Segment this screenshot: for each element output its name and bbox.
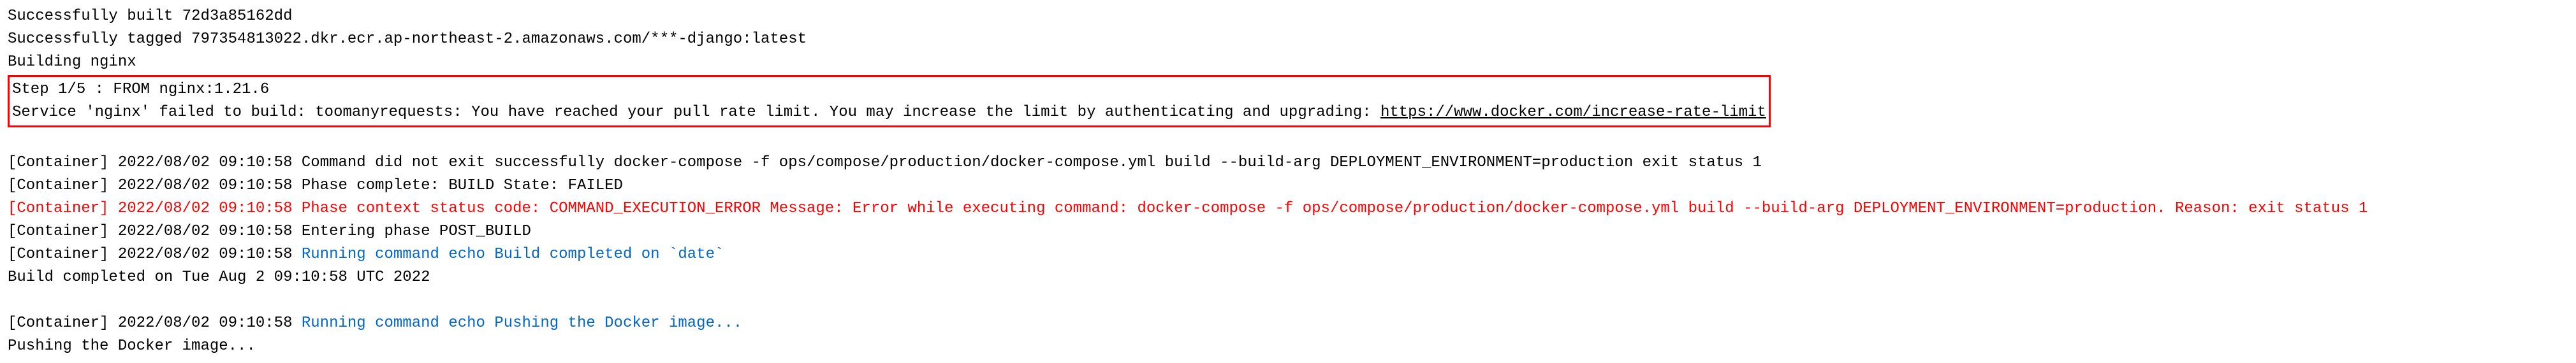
- log-line-build-completed-output: Build completed on Tue Aug 2 09:10:58 UT…: [8, 266, 2568, 289]
- rate-limit-link[interactable]: https://www.docker.com/increase-rate-lim…: [1380, 104, 1766, 121]
- error-highlight-box: Step 1/5 : FROM nginx:1.21.6 Service 'ng…: [8, 75, 1771, 127]
- log-text: Phase complete: BUILD State: FAILED: [302, 177, 623, 194]
- log-line-entering-phase: [Container] 2022/08/02 09:10:58 Entering…: [8, 220, 2568, 243]
- log-text: Command did not exit successfully docker…: [302, 154, 1762, 171]
- container-timestamp: [Container] 2022/08/02 09:10:58: [8, 200, 302, 217]
- container-timestamp: [Container] 2022/08/02 09:10:58: [8, 223, 302, 240]
- log-line-command-exit: [Container] 2022/08/02 09:10:58 Command …: [8, 152, 2568, 174]
- log-line-built: Successfully built 72d3a85162dd: [8, 5, 2568, 28]
- log-text: Entering phase POST_BUILD: [302, 223, 531, 240]
- log-line-tagged: Successfully tagged 797354813022.dkr.ecr…: [8, 28, 2568, 51]
- log-line-building-nginx: Building nginx: [8, 51, 2568, 74]
- container-timestamp: [Container] 2022/08/02 09:10:58: [8, 154, 302, 171]
- log-line-running-build-completed: [Container] 2022/08/02 09:10:58 Running …: [8, 243, 2568, 266]
- log-text: Phase context status code: COMMAND_EXECU…: [302, 200, 2368, 217]
- blank-line: [8, 289, 2568, 312]
- container-timestamp: [Container] 2022/08/02 09:10:58: [8, 246, 302, 263]
- log-line-step-from: Step 1/5 : FROM nginx:1.21.6: [12, 78, 1766, 101]
- log-line-rate-limit-error: Service 'nginx' failed to build: toomany…: [12, 101, 1766, 124]
- running-command-text: Running command echo Build completed on …: [302, 246, 724, 263]
- blank-line: [8, 129, 2568, 152]
- error-message-text: Service 'nginx' failed to build: toomany…: [12, 104, 1380, 121]
- log-line-pushing-output: Pushing the Docker image...: [8, 335, 2568, 358]
- running-command-text: Running command echo Pushing the Docker …: [302, 315, 742, 332]
- log-line-running-pushing: [Container] 2022/08/02 09:10:58 Running …: [8, 312, 2568, 335]
- container-timestamp: [Container] 2022/08/02 09:10:58: [8, 177, 302, 194]
- log-line-phase-complete: [Container] 2022/08/02 09:10:58 Phase co…: [8, 174, 2568, 197]
- container-timestamp: [Container] 2022/08/02 09:10:58: [8, 315, 302, 332]
- log-line-phase-context-error: [Container] 2022/08/02 09:10:58 Phase co…: [8, 197, 2568, 220]
